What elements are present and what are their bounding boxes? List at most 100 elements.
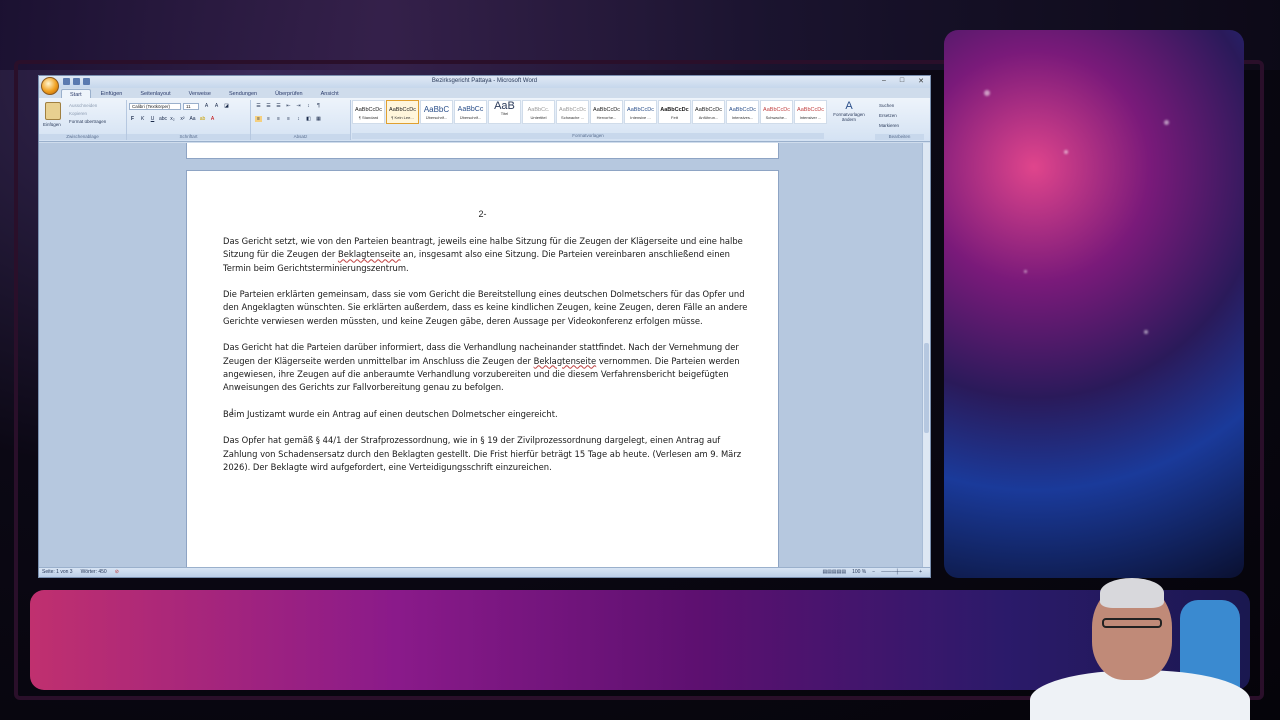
style-heading-1[interactable]: AaBbC Überschrif...: [420, 100, 453, 124]
sparkle: [1164, 120, 1169, 125]
style-strong[interactable]: AaBbCcDc Fett: [658, 100, 691, 124]
change-case-icon[interactable]: Aa: [189, 116, 196, 122]
paragraph-group: ☰ ☰ ☰ ⇤ ⇥ ↕ ¶ ≡ ≡ ≡ ≡ ↕ ◧ ▦ Absatz: [251, 100, 351, 140]
bold-icon[interactable]: F: [129, 116, 136, 122]
style-subtle-reference[interactable]: AaBbCcDc Schwache...: [760, 100, 793, 124]
window-controls: – □ ✕: [882, 77, 924, 85]
change-styles-icon: A: [845, 100, 853, 112]
select-button[interactable]: Markieren: [879, 123, 899, 128]
paragraph: Das Gericht hat die Parteien darüber inf…: [223, 341, 748, 394]
status-right: ▤▤▤▤▤ 100 % − ────┼──── +: [822, 569, 922, 575]
status-left: Seite: 1 von 3 Wörter: 450 ⊘: [42, 569, 119, 575]
paste-button[interactable]: Einfügen: [43, 122, 61, 127]
misspelled-word[interactable]: Beklagtenseite: [534, 356, 597, 366]
presenter-hair: [1100, 578, 1164, 608]
subscript-icon[interactable]: x₂: [169, 116, 176, 122]
copy-button[interactable]: Kopieren: [69, 111, 87, 116]
style-title[interactable]: AaB Titel: [488, 100, 521, 124]
style-name: Überschrif...: [425, 115, 448, 120]
office-button[interactable]: [41, 77, 59, 95]
align-buttons: ≡ ≡ ≡ ≡ ↕ ◧ ▦: [255, 116, 322, 122]
maximize-icon[interactable]: □: [900, 77, 904, 85]
previous-page: [186, 143, 779, 159]
list-buttons: ☰ ☰ ☰ ⇤ ⇥ ↕ ¶: [255, 103, 322, 109]
sort-icon[interactable]: ↕: [305, 103, 312, 109]
style-intense-emphasis[interactable]: AaBbCcDc Intensive ...: [624, 100, 657, 124]
zoom-slider[interactable]: ────┼────: [881, 569, 913, 575]
borders-icon[interactable]: ▦: [315, 116, 322, 122]
style-preview: AaBbCcDc: [389, 107, 416, 113]
sparkle: [984, 90, 990, 96]
shading-icon[interactable]: ◧: [305, 116, 312, 122]
replace-button[interactable]: Ersetzen: [879, 113, 897, 118]
change-styles-button[interactable]: A Formatvorlagen ändern: [829, 100, 869, 122]
change-styles-label: Formatvorlagen ändern: [833, 112, 865, 122]
minimize-icon[interactable]: –: [882, 77, 886, 85]
italic-icon[interactable]: K: [139, 116, 146, 122]
grow-font-icon[interactable]: A: [203, 103, 210, 109]
font-color-icon[interactable]: A: [209, 116, 216, 122]
style-name: Untertitel: [530, 115, 547, 120]
font-size-select[interactable]: 11: [183, 103, 199, 110]
font-group-label: Schriftart: [127, 134, 250, 140]
cut-button[interactable]: Ausschneiden: [69, 103, 97, 108]
document-page[interactable]: 2- Das Gericht setzt, wie von den Partei…: [186, 170, 779, 569]
page-counter[interactable]: Seite: 1 von 3: [42, 569, 73, 575]
style-preview: AaBbCcDc: [763, 107, 790, 113]
misspelled-word[interactable]: Beklagtenseite: [338, 249, 401, 259]
format-painter-button[interactable]: Format übertragen: [69, 119, 106, 124]
zoom-in-icon[interactable]: +: [919, 569, 922, 575]
style-preview: AaBbC: [423, 105, 450, 114]
highlight-icon[interactable]: ab: [199, 116, 206, 122]
style-emphasis[interactable]: AaBbCcDc Hervorhe...: [590, 100, 623, 124]
style-intense-quote[interactable]: AaBbCcDc Intensives...: [726, 100, 759, 124]
window-title: Bezirksgericht Pattaya - Microsoft Word: [431, 78, 538, 84]
style-name: Überschrif...: [459, 115, 482, 120]
clear-format-icon[interactable]: ◪: [223, 103, 230, 109]
style-intense-reference[interactable]: AaBbCcDc Intensiver ...: [794, 100, 827, 124]
show-marks-icon[interactable]: ¶: [315, 103, 322, 109]
clipboard-group: Einfügen Ausschneiden Kopieren Format üb…: [39, 100, 127, 140]
find-button[interactable]: Suchen: [879, 103, 894, 108]
justify-icon[interactable]: ≡: [285, 116, 292, 122]
vertical-scrollbar[interactable]: [922, 143, 930, 569]
view-buttons[interactable]: ▤▤▤▤▤: [822, 569, 846, 575]
style-heading-2[interactable]: AaBbCc Überschrif...: [454, 100, 487, 124]
style-quote[interactable]: AaBbCcDc Anführun...: [692, 100, 725, 124]
shrink-font-icon[interactable]: A: [213, 103, 220, 109]
bullets-icon[interactable]: ☰: [255, 103, 262, 109]
zoom-level[interactable]: 100 %: [852, 569, 866, 575]
style-name: Schwache ...: [561, 115, 584, 120]
style-subtitle[interactable]: AaBbCc. Untertitel: [522, 100, 555, 124]
superscript-icon[interactable]: x²: [179, 116, 186, 122]
paste-icon[interactable]: [45, 102, 61, 120]
style-preview: AaBbCcDc: [729, 107, 756, 113]
document-body[interactable]: Das Gericht setzt, wie von den Parteien …: [223, 235, 748, 488]
editing-group-label: Bearbeiten: [875, 134, 924, 140]
style-preview: AaBbCc.: [527, 107, 550, 113]
align-left-icon[interactable]: ≡: [255, 116, 262, 122]
sparkle: [1144, 330, 1148, 334]
underline-icon[interactable]: U: [149, 116, 156, 122]
zoom-out-icon[interactable]: −: [872, 569, 875, 575]
numbering-icon[interactable]: ☰: [265, 103, 272, 109]
strikethrough-icon[interactable]: abc: [159, 116, 167, 122]
style-no-spacing[interactable]: AaBbCcDc ¶ Kein Lee...: [386, 100, 419, 124]
decrease-indent-icon[interactable]: ⇤: [285, 103, 292, 109]
font-name-select[interactable]: Calibri (Textkörper): [129, 103, 181, 110]
increase-indent-icon[interactable]: ⇥: [295, 103, 302, 109]
style-name: ¶ Standard: [358, 115, 379, 120]
line-spacing-icon[interactable]: ↕: [295, 116, 302, 122]
style-name: Intensiver ...: [799, 115, 822, 120]
multilevel-icon[interactable]: ☰: [275, 103, 282, 109]
align-right-icon[interactable]: ≡: [275, 116, 282, 122]
desktop-background: Bezirksgericht Pattaya - Microsoft Word …: [0, 0, 1280, 720]
close-icon[interactable]: ✕: [918, 77, 924, 85]
proofing-icon[interactable]: ⊘: [115, 569, 119, 575]
style-standard[interactable]: AaBbCcDc ¶ Standard: [352, 100, 385, 124]
style-subtle-emphasis[interactable]: AaBbCcDc Schwache ...: [556, 100, 589, 124]
align-center-icon[interactable]: ≡: [265, 116, 272, 122]
style-preview: AaBbCcDc: [797, 107, 824, 113]
scrollbar-thumb[interactable]: [924, 343, 929, 433]
word-count[interactable]: Wörter: 450: [81, 569, 107, 575]
